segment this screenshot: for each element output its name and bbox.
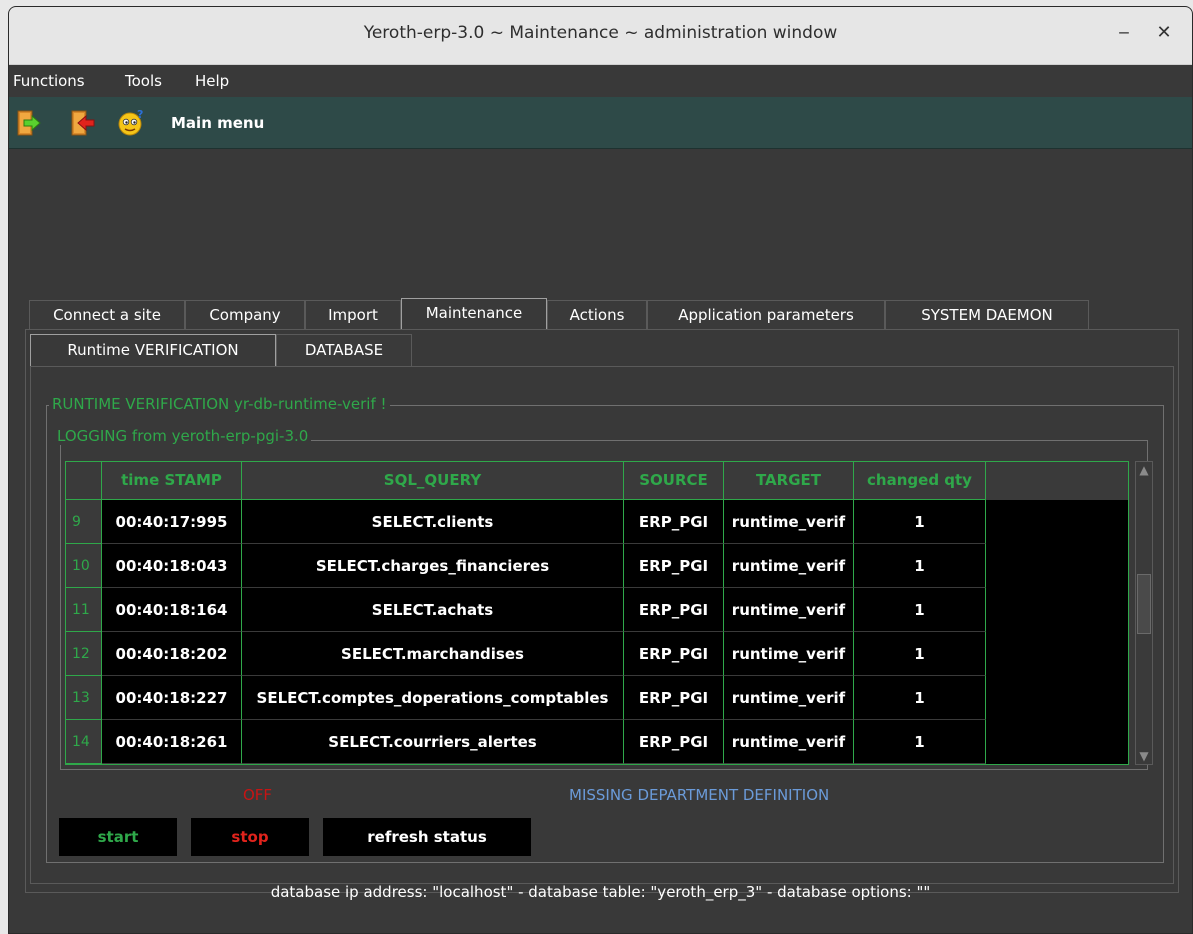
cell-source: ERP_PGI — [624, 544, 724, 588]
minimize-button[interactable]: ‒ — [1112, 21, 1136, 45]
cell-query: SELECT.marchandises — [242, 632, 624, 676]
row-number: 14 — [66, 720, 102, 764]
application-window: Yeroth-erp-3.0 ~ Maintenance ~ administr… — [8, 6, 1193, 934]
logging-title: LOGGING from yeroth-erp-pgi-3.0 — [54, 427, 312, 445]
table-row[interactable]: 11 00:40:18:164 SELECT.achats ERP_PGI ru… — [66, 588, 986, 632]
tab-import[interactable]: Import — [305, 300, 401, 330]
tab-connect-a-site[interactable]: Connect a site — [29, 300, 185, 330]
door-enter-icon[interactable] — [15, 109, 41, 137]
cell-target: runtime_verif — [724, 588, 854, 632]
main-menu-label[interactable]: Main menu — [171, 114, 264, 132]
cell-qty: 1 — [854, 500, 986, 544]
runtime-verification-title: RUNTIME VERIFICATION yr-db-runtime-verif… — [49, 395, 390, 413]
cell-time: 00:40:17:995 — [102, 500, 242, 544]
window-title: Yeroth-erp-3.0 ~ Maintenance ~ administr… — [363, 23, 838, 43]
table-row[interactable]: 9 00:40:17:995 SELECT.clients ERP_PGI ru… — [66, 500, 986, 544]
cell-query: SELECT.comptes_doperations_comptables — [242, 676, 624, 720]
table-scrollbar[interactable]: ▲ ▼ — [1135, 461, 1153, 765]
corner-header — [66, 462, 102, 500]
cell-time: 00:40:18:261 — [102, 720, 242, 764]
cell-qty: 1 — [854, 632, 986, 676]
col-target[interactable]: TARGET — [724, 462, 854, 500]
cell-source: ERP_PGI — [624, 500, 724, 544]
svg-text:?: ? — [137, 109, 143, 121]
tab-application-parameters[interactable]: Application parameters — [647, 300, 885, 330]
cell-time: 00:40:18:164 — [102, 588, 242, 632]
runtime-verification-panel: time STAMP SQL_QUERY SOURCE TARGET chang… — [30, 366, 1174, 884]
cell-time: 00:40:18:227 — [102, 676, 242, 720]
cell-qty: 1 — [854, 720, 986, 764]
tab-runtime-verification[interactable]: Runtime VERIFICATION — [30, 334, 276, 366]
toolbar: ? Main menu — [9, 97, 1192, 149]
table-row[interactable]: 13 00:40:18:227 SELECT.comptes_doperatio… — [66, 676, 986, 720]
row-number: 13 — [66, 676, 102, 720]
cell-time: 00:40:18:043 — [102, 544, 242, 588]
col-changed-qty[interactable]: changed qty — [854, 462, 986, 500]
table-row[interactable]: 10 00:40:18:043 SELECT.charges_financier… — [66, 544, 986, 588]
start-button[interactable]: start — [59, 818, 177, 856]
cell-source: ERP_PGI — [624, 676, 724, 720]
maintenance-panel: Runtime VERIFICATION DATABASE time STAMP… — [25, 329, 1179, 893]
cell-target: runtime_verif — [724, 632, 854, 676]
table-row[interactable]: 14 00:40:18:261 SELECT.courriers_alertes… — [66, 720, 986, 764]
help-smiley-icon[interactable]: ? — [117, 108, 143, 137]
table-row[interactable]: 12 00:40:18:202 SELECT.marchandises ERP_… — [66, 632, 986, 676]
cell-target: runtime_verif — [724, 500, 854, 544]
scroll-down-icon[interactable]: ▼ — [1137, 749, 1151, 763]
table-header: time STAMP SQL_QUERY SOURCE TARGET chang… — [66, 462, 1128, 500]
tab-maintenance[interactable]: Maintenance — [401, 298, 547, 330]
cell-query: SELECT.achats — [242, 588, 624, 632]
menu-tools[interactable]: Tools — [125, 72, 162, 90]
col-source[interactable]: SOURCE — [624, 462, 724, 500]
log-table[interactable]: time STAMP SQL_QUERY SOURCE TARGET chang… — [65, 461, 1129, 765]
col-sql-query[interactable]: SQL_QUERY — [242, 462, 624, 500]
daemon-status-label: OFF — [243, 786, 273, 804]
cell-time: 00:40:18:202 — [102, 632, 242, 676]
stop-button[interactable]: stop — [191, 818, 309, 856]
cell-target: runtime_verif — [724, 720, 854, 764]
row-number: 11 — [66, 588, 102, 632]
scroll-up-icon[interactable]: ▲ — [1137, 463, 1151, 477]
row-number: 9 — [66, 500, 102, 544]
cell-source: ERP_PGI — [624, 588, 724, 632]
tab-company[interactable]: Company — [185, 300, 305, 330]
cell-qty: 1 — [854, 544, 986, 588]
tab-system-daemon[interactable]: SYSTEM DAEMON — [885, 300, 1089, 330]
scrollbar-thumb[interactable] — [1137, 574, 1151, 634]
cell-target: runtime_verif — [724, 544, 854, 588]
department-warning-label: MISSING DEPARTMENT DEFINITION — [569, 786, 830, 804]
tab-actions[interactable]: Actions — [547, 300, 647, 330]
cell-source: ERP_PGI — [624, 632, 724, 676]
logging-group: time STAMP SQL_QUERY SOURCE TARGET chang… — [60, 440, 1153, 770]
cell-query: SELECT.courriers_alertes — [242, 720, 624, 764]
cell-query: SELECT.clients — [242, 500, 624, 544]
row-number: 10 — [66, 544, 102, 588]
cell-query: SELECT.charges_financieres — [242, 544, 624, 588]
title-bar[interactable]: Yeroth-erp-3.0 ~ Maintenance ~ administr… — [9, 7, 1192, 65]
close-button[interactable]: ✕ — [1152, 21, 1176, 45]
runtime-verification-group: time STAMP SQL_QUERY SOURCE TARGET chang… — [46, 405, 1164, 863]
door-exit-icon[interactable] — [69, 109, 95, 137]
cell-qty: 1 — [854, 676, 986, 720]
cell-qty: 1 — [854, 588, 986, 632]
menu-help[interactable]: Help — [195, 72, 229, 90]
cell-source: ERP_PGI — [624, 720, 724, 764]
menu-functions[interactable]: Functions — [13, 72, 85, 90]
refresh-status-button[interactable]: refresh status — [323, 818, 531, 856]
tab-database[interactable]: DATABASE — [276, 334, 412, 366]
col-time-stamp[interactable]: time STAMP — [102, 462, 242, 500]
cell-target: runtime_verif — [724, 676, 854, 720]
menu-bar: Functions Tools Help — [9, 65, 1192, 97]
database-connection-info: database ip address: "localhost" - datab… — [270, 883, 931, 901]
row-number: 12 — [66, 632, 102, 676]
